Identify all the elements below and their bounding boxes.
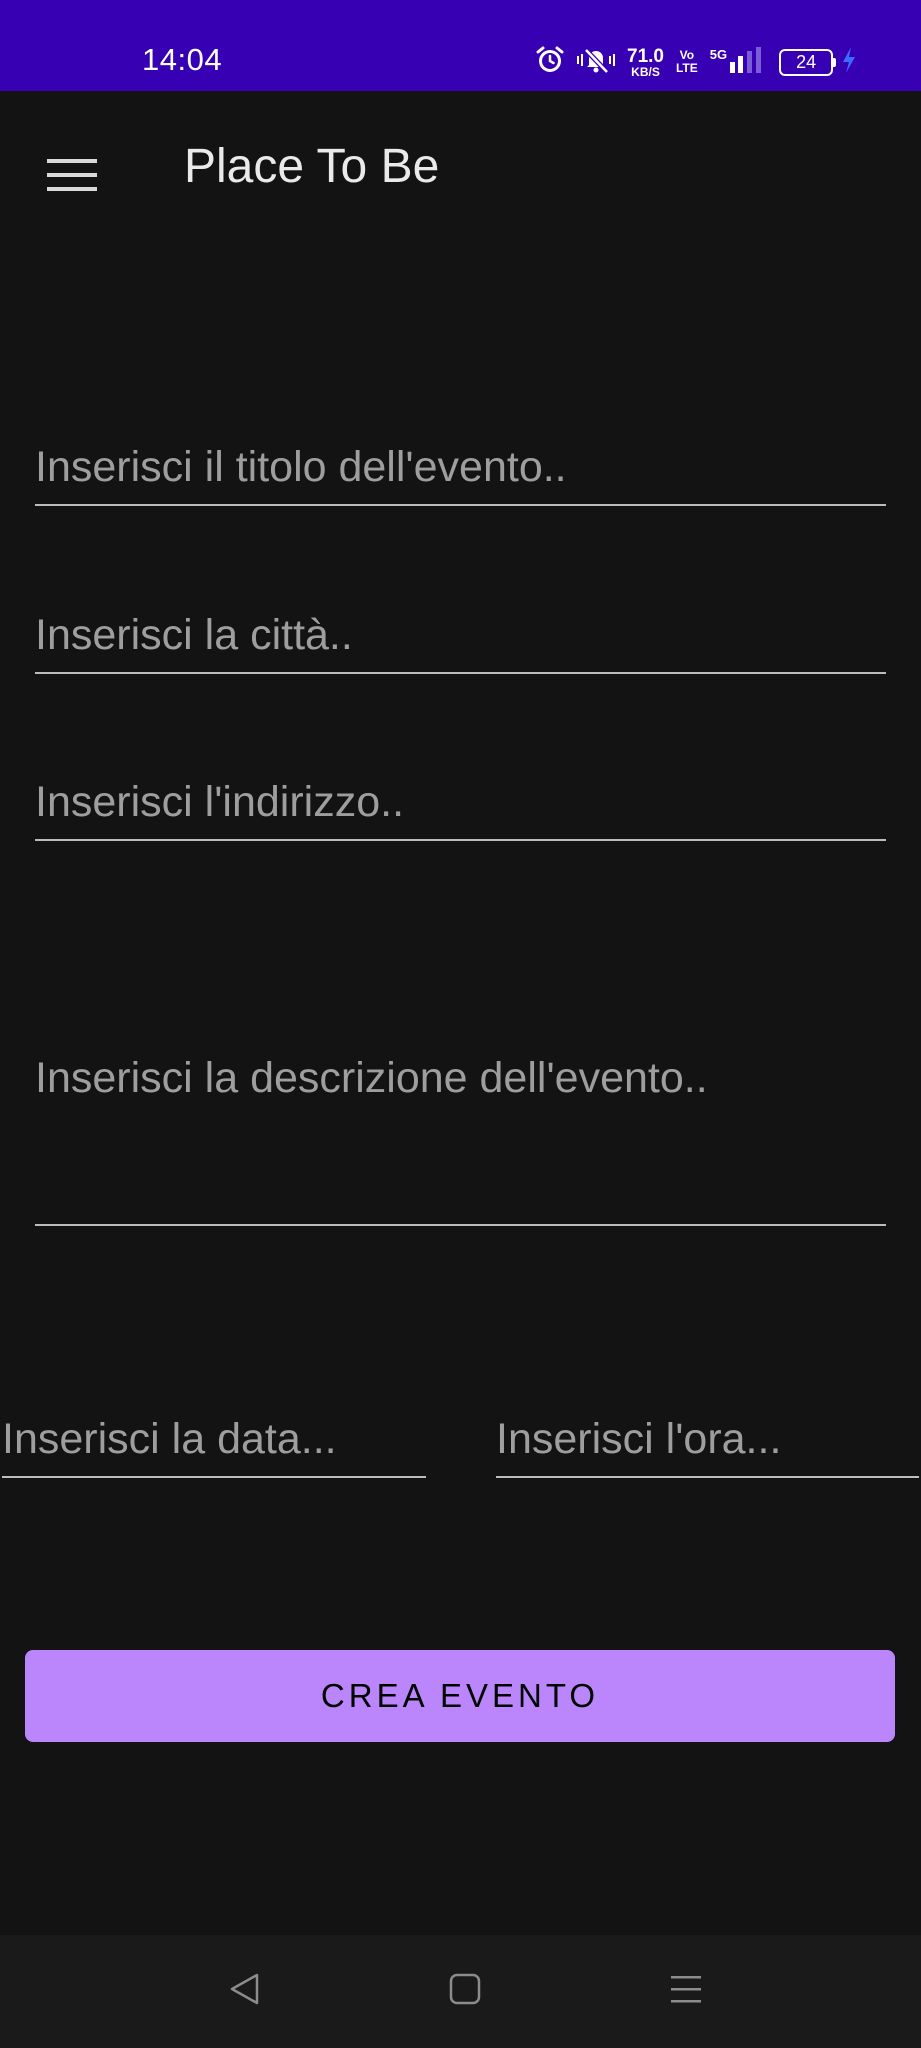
signal-icon xyxy=(729,46,763,79)
app-title: Place To Be xyxy=(184,140,440,193)
description-input[interactable] xyxy=(35,1040,886,1238)
status-time: 14:04 xyxy=(142,42,223,77)
city-field xyxy=(35,598,886,674)
city-input[interactable] xyxy=(35,598,886,672)
volte-bottom: LTE xyxy=(675,61,698,75)
mute-icon xyxy=(575,45,617,80)
address-input[interactable] xyxy=(35,765,886,839)
status-icons: 71.0 KB/S Vo LTE 5G 24 xyxy=(535,42,857,82)
battery-tip xyxy=(833,57,837,67)
battery-icon: 24 xyxy=(779,48,837,76)
back-icon xyxy=(227,1971,263,2012)
address-field xyxy=(35,765,886,841)
navigation-bar xyxy=(0,1935,921,2048)
back-button[interactable] xyxy=(213,1959,277,2023)
recents-icon xyxy=(668,1971,704,2012)
home-icon xyxy=(447,1971,483,2012)
time-input[interactable] xyxy=(496,1403,919,1476)
speed-value: 71.0 xyxy=(627,45,664,67)
charging-icon xyxy=(841,46,857,79)
hamburger-menu-icon xyxy=(47,157,97,198)
recents-button[interactable] xyxy=(654,1959,718,2023)
date-field xyxy=(2,1403,426,1478)
app-bar: Place To Be xyxy=(0,91,921,241)
battery-level: 24 xyxy=(779,48,834,76)
event-title-input[interactable] xyxy=(35,430,886,504)
description-field xyxy=(35,1040,886,1238)
speed-unit: KB/S xyxy=(631,64,660,79)
time-field xyxy=(496,1403,919,1478)
network-type: 5G xyxy=(709,46,728,62)
date-input[interactable] xyxy=(2,1403,426,1476)
event-title-field xyxy=(35,430,886,506)
home-button[interactable] xyxy=(433,1959,497,2023)
create-event-button[interactable]: CREA EVENTO xyxy=(25,1650,895,1742)
alarm-icon xyxy=(535,45,565,80)
volte-indicator: Vo LTE xyxy=(676,49,698,74)
status-bar: 14:04 71.0 KB/S Vo LTE 5G 24 xyxy=(0,0,921,91)
menu-button[interactable] xyxy=(28,133,116,221)
network-speed: 71.0 KB/S xyxy=(627,47,664,78)
